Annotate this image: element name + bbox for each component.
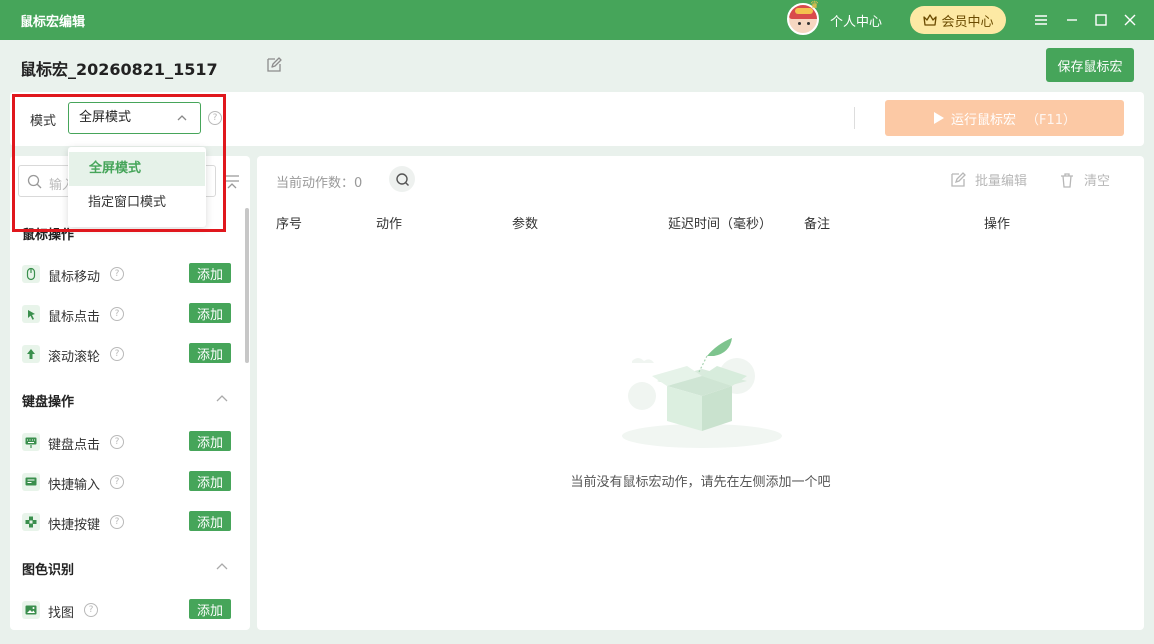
help-icon[interactable]: ?	[110, 347, 124, 361]
mouse-icon	[22, 265, 40, 283]
chevron-up-icon[interactable]	[215, 392, 229, 406]
action-label: 滚动滚轮	[48, 350, 101, 365]
chevron-up-icon[interactable]	[215, 560, 229, 574]
mode-dropdown-menu: 全屏模式 指定窗口模式	[68, 147, 206, 227]
action-item-mouse-click: 鼠标点击 ? 添加	[22, 303, 232, 325]
run-macro-button[interactable]: 运行鼠标宏 （F11）	[885, 100, 1124, 136]
search-icon	[27, 174, 42, 189]
add-button[interactable]: 添加	[189, 303, 231, 323]
action-label: 快捷输入	[48, 478, 101, 493]
play-icon	[933, 112, 944, 124]
macro-name: 鼠标宏_20260821_1517	[20, 60, 218, 79]
dropdown-option-window[interactable]: 指定窗口模式	[68, 186, 206, 220]
empty-state-message: 当前没有鼠标宏动作，请先在左侧添加一个吧	[570, 475, 831, 490]
column-header-operation: 操作	[984, 217, 1011, 232]
batch-edit-button[interactable]: 批量编辑	[949, 170, 1027, 189]
save-macro-button[interactable]: 保存鼠标宏	[1046, 48, 1134, 82]
clear-label: 清空	[1084, 174, 1111, 189]
action-item-key-press: 键盘点击 ? 添加	[22, 431, 232, 453]
column-header-note: 备注	[804, 217, 831, 232]
maximize-icon[interactable]	[1090, 9, 1112, 31]
action-count-value: 0	[354, 176, 363, 191]
help-icon[interactable]: ?	[110, 435, 124, 449]
keyboard-icon	[22, 433, 40, 451]
help-icon[interactable]: ?	[110, 475, 124, 489]
action-label: 快捷按键	[48, 518, 101, 533]
cursor-click-icon	[22, 305, 40, 323]
category-title-image-color[interactable]: 图色识别	[22, 559, 74, 578]
action-list-panel: 当前动作数：0 批量编辑 清空 序号 动作 参数 延迟时间（毫秒） 备注 操作 …	[257, 156, 1144, 630]
action-label: 鼠标移动	[48, 270, 101, 285]
app-title: 鼠标宏编辑	[20, 15, 86, 30]
macro-name-bar: 鼠标宏_20260821_1517 保存鼠标宏	[0, 40, 1154, 90]
menu-icon[interactable]	[1030, 9, 1052, 31]
scrollbar-thumb[interactable]	[245, 208, 249, 363]
category-title-keyboard[interactable]: 键盘操作	[22, 391, 74, 410]
add-button[interactable]: 添加	[189, 471, 231, 491]
dropdown-option-fullscreen[interactable]: 全屏模式	[69, 152, 205, 186]
help-icon[interactable]: ?	[110, 515, 124, 529]
action-item-mouse-move: 鼠标移动 ? 添加	[22, 263, 232, 285]
action-library-panel: 输入 鼠标操作 鼠标移动 ? 添加 鼠标点击 ? 添加 滚动滚轮 ? 添加 键盘…	[10, 156, 250, 630]
mode-bar: 模式 全屏模式 ? 运行鼠标宏 （F11）	[10, 92, 1144, 146]
column-header-params: 参数	[512, 217, 539, 232]
empty-box-illustration	[622, 338, 782, 448]
quick-input-icon	[22, 473, 40, 491]
action-count-label: 当前动作数：	[276, 176, 355, 191]
chevron-up-icon	[177, 115, 187, 121]
divider	[854, 107, 855, 129]
run-macro-label: 运行鼠标宏	[950, 112, 1016, 128]
personal-center-link[interactable]: 个人中心	[830, 11, 882, 30]
action-label: 键盘点击	[48, 438, 101, 453]
title-bar: 鼠标宏编辑 ♛ 个人中心 会员中心	[0, 0, 1154, 40]
vip-center-label: 会员中心	[941, 14, 994, 30]
action-count: 当前动作数：0	[276, 172, 362, 191]
scroll-arrow-icon	[22, 345, 40, 363]
batch-edit-label: 批量编辑	[975, 174, 1028, 189]
mode-select[interactable]: 全屏模式	[68, 102, 201, 134]
column-header-delay: 延迟时间（毫秒）	[668, 217, 773, 232]
mode-select-value: 全屏模式	[79, 110, 132, 125]
search-actions-button[interactable]	[389, 166, 415, 192]
gamepad-icon	[22, 513, 40, 531]
search-icon	[395, 172, 409, 186]
image-icon	[22, 601, 40, 619]
action-label: 鼠标点击	[48, 310, 101, 325]
add-button[interactable]: 添加	[189, 431, 231, 451]
action-label: 找图	[48, 606, 75, 621]
help-icon[interactable]: ?	[110, 307, 124, 321]
minimize-icon[interactable]	[1061, 9, 1083, 31]
help-icon[interactable]: ?	[84, 603, 98, 617]
add-button[interactable]: 添加	[189, 343, 231, 363]
add-button[interactable]: 添加	[189, 599, 231, 619]
category-title-mouse[interactable]: 鼠标操作	[22, 224, 74, 243]
help-icon[interactable]: ?	[208, 111, 222, 125]
crown-badge-icon: ♛	[810, 0, 819, 11]
edit-icon	[951, 171, 966, 187]
add-button[interactable]: 添加	[189, 511, 231, 531]
collapse-all-icon[interactable]	[223, 172, 241, 190]
crown-icon	[923, 14, 938, 26]
trash-icon	[1061, 172, 1073, 188]
edit-icon[interactable]	[265, 56, 283, 74]
mode-label: 模式	[30, 114, 57, 129]
action-item-scroll-wheel: 滚动滚轮 ? 添加	[22, 343, 232, 365]
add-button[interactable]: 添加	[189, 263, 231, 283]
action-item-find-image: 找图 ? 添加	[22, 599, 232, 621]
action-item-quick-input: 快捷输入 ? 添加	[22, 471, 232, 493]
column-header-index: 序号	[276, 217, 303, 232]
clear-button[interactable]: 清空	[1058, 170, 1110, 189]
help-icon[interactable]: ?	[110, 267, 124, 281]
action-item-shortcut-key: 快捷按键 ? 添加	[22, 511, 232, 533]
vip-center-button[interactable]: 会员中心	[910, 6, 1006, 34]
close-icon[interactable]	[1119, 9, 1141, 31]
column-header-action: 动作	[376, 217, 403, 232]
run-shortcut: （F11）	[1025, 112, 1077, 128]
